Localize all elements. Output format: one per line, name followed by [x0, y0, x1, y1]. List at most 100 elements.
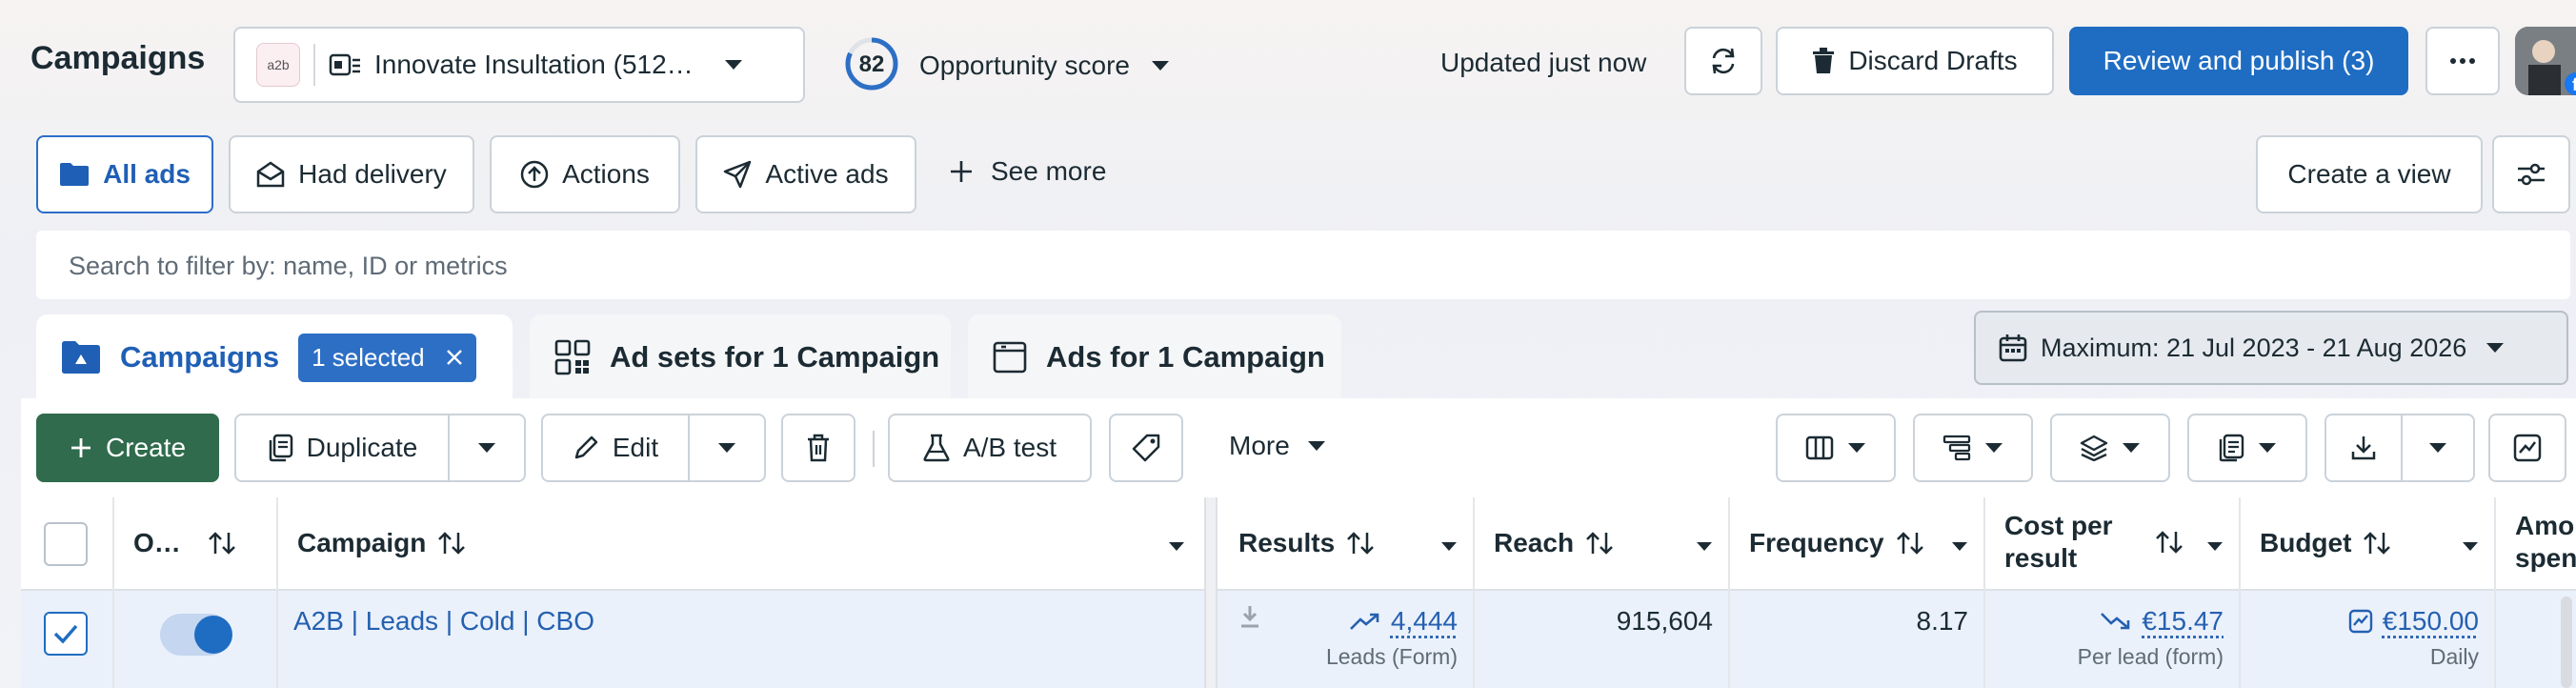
column-menu-caret-icon[interactable] — [1951, 539, 1968, 556]
results-cell[interactable]: 4,444 — [1334, 606, 1458, 637]
discard-drafts-button[interactable]: Discard Drafts — [1776, 27, 2054, 95]
opportunity-score-button[interactable]: Opportunity score — [919, 51, 1170, 81]
tab-campaigns-label: Campaigns — [120, 340, 280, 374]
clear-selection-icon[interactable] — [446, 349, 463, 366]
tag-button[interactable] — [1109, 414, 1183, 482]
selected-count-badge[interactable]: 1 selected — [298, 333, 476, 382]
filter-all-ads[interactable]: All ads — [36, 135, 213, 213]
export-dropdown-button[interactable] — [2401, 414, 2475, 482]
create-view-button[interactable]: Create a view — [2256, 135, 2483, 213]
tab-ad-sets[interactable]: Ad sets for 1 Campaign — [530, 314, 951, 400]
column-header-off-on[interactable]: O… — [133, 528, 236, 558]
ad-frame-icon — [993, 341, 1027, 374]
refresh-button[interactable] — [1684, 27, 1762, 95]
filter-label: Active ads — [765, 159, 889, 189]
sort-icon[interactable] — [1896, 531, 1924, 556]
opportunity-score-ring[interactable]: 82 — [844, 36, 899, 91]
budget-chart-icon — [2348, 609, 2373, 634]
refresh-icon — [1708, 46, 1739, 76]
select-all-checkbox[interactable] — [44, 522, 88, 566]
column-header-reach[interactable]: Reach — [1494, 528, 1614, 558]
cost-per-result-type: Per lead (form) — [2077, 644, 2224, 669]
caret-down-icon — [2428, 442, 2447, 454]
page-title: Campaigns — [30, 40, 206, 76]
results-value: 4,444 — [1390, 606, 1458, 636]
see-more-label: See more — [991, 156, 1107, 186]
pencil-icon — [573, 435, 599, 461]
edit-dropdown-button[interactable] — [688, 414, 766, 482]
cost-per-result-cell[interactable]: €15.47 — [2001, 606, 2224, 637]
sort-icon[interactable] — [208, 531, 236, 556]
column-menu-caret-icon[interactable] — [1440, 539, 1458, 556]
sort-icon[interactable] — [437, 531, 466, 556]
duplicate-dropdown-button[interactable] — [448, 414, 526, 482]
upload-circle-icon — [520, 160, 549, 189]
opportunity-score-label: Opportunity score — [919, 51, 1130, 80]
download-breakdown-icon[interactable] — [1238, 604, 1261, 629]
column-divider — [112, 497, 114, 688]
trash-icon — [1812, 48, 1835, 74]
column-divider — [1728, 497, 1730, 688]
frozen-column-divider[interactable] — [1204, 497, 1218, 688]
ad-account-selector[interactable]: a2b Innovate Insultation (512… — [233, 27, 805, 103]
review-and-publish-button[interactable]: Review and publish (3) — [2069, 27, 2408, 95]
columns-button[interactable] — [1776, 414, 1896, 482]
column-header-cost-per-result[interactable]: Cost per result — [2004, 513, 2113, 572]
edit-button[interactable]: Edit — [541, 414, 690, 482]
budget-cell[interactable]: €150.00 — [2256, 606, 2479, 637]
caret-down-icon — [1151, 60, 1170, 71]
breakdown-button[interactable] — [1913, 414, 2033, 482]
caret-down-icon — [1307, 440, 1326, 452]
column-label-line1: Amou — [2515, 513, 2576, 540]
column-label-line2: result — [2004, 543, 2078, 573]
duplicate-button[interactable]: Duplicate — [234, 414, 450, 482]
export-button[interactable] — [2324, 414, 2403, 482]
column-header-frequency[interactable]: Frequency — [1749, 528, 1924, 558]
column-header-results[interactable]: Results — [1238, 528, 1375, 558]
create-button[interactable]: Create — [36, 414, 219, 482]
sort-icon[interactable] — [2155, 530, 2184, 555]
sort-icon[interactable] — [1585, 531, 1614, 556]
column-header-budget[interactable]: Budget — [2260, 528, 2391, 558]
column-menu-caret-icon[interactable] — [1696, 539, 1713, 556]
caret-down-icon — [717, 442, 736, 454]
sort-icon[interactable] — [1346, 531, 1375, 556]
tab-campaigns[interactable]: Campaigns 1 selected — [36, 314, 513, 400]
sort-icon[interactable] — [2363, 531, 2391, 556]
avatar[interactable]: f — [2515, 27, 2576, 95]
create-view-label: Create a view — [2287, 159, 2451, 189]
more-actions-menu[interactable]: More — [1229, 431, 1326, 461]
see-more-filters[interactable]: See more — [949, 156, 1106, 187]
ab-test-button[interactable]: A/B test — [888, 414, 1092, 482]
layers-button[interactable] — [2050, 414, 2170, 482]
chart-icon — [2513, 434, 2542, 462]
filter-actions[interactable]: Actions — [490, 135, 680, 213]
caret-down-icon — [2258, 442, 2277, 454]
column-header-amount-spent[interactable]: Amou spent — [2515, 513, 2576, 572]
account-logo: a2b — [256, 43, 300, 87]
column-header-campaign[interactable]: Campaign — [297, 528, 466, 558]
delete-button[interactable] — [781, 414, 855, 482]
column-menu-caret-icon[interactable] — [1168, 539, 1185, 556]
filter-active-ads[interactable]: Active ads — [695, 135, 916, 213]
charts-button[interactable] — [2488, 414, 2566, 482]
vertical-scrollbar[interactable] — [2561, 597, 2572, 688]
date-range-picker[interactable]: Maximum: 21 Jul 2023 - 21 Aug 2026 — [1974, 311, 2568, 385]
header-divider — [21, 589, 2576, 591]
reports-button[interactable] — [2187, 414, 2307, 482]
campaign-folder-icon — [61, 340, 101, 374]
more-label: More — [1229, 431, 1290, 460]
search-placeholder: Search to filter by: name, ID or metrics — [69, 252, 508, 280]
selected-count-label: 1 selected — [312, 342, 425, 372]
send-icon — [723, 160, 752, 189]
campaign-name-link[interactable]: A2B | Leads | Cold | CBO — [293, 606, 594, 637]
column-menu-caret-icon[interactable] — [2462, 539, 2479, 556]
tab-ads-label: Ads for 1 Campaign — [1046, 340, 1325, 374]
more-options-button[interactable] — [2425, 27, 2500, 95]
column-menu-caret-icon[interactable] — [2206, 539, 2224, 556]
filter-label: Had delivery — [298, 159, 447, 189]
row-checkbox[interactable] — [44, 612, 88, 656]
filter-had-delivery[interactable]: Had delivery — [229, 135, 474, 213]
tab-ads[interactable]: Ads for 1 Campaign — [968, 314, 1341, 400]
view-settings-button[interactable] — [2492, 135, 2570, 213]
